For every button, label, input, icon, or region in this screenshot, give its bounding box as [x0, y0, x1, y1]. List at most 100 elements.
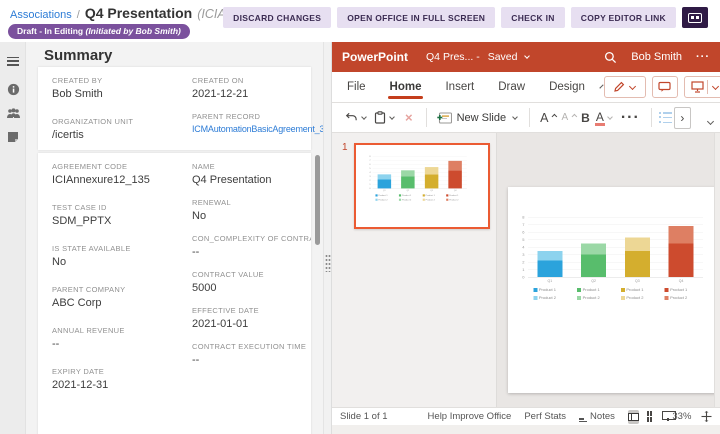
new-slide-button[interactable]: New Slide	[437, 112, 520, 124]
save-status[interactable]: Saved	[488, 51, 518, 63]
tab-file[interactable]: File	[347, 72, 366, 102]
shrink-font-button[interactable]: A	[561, 112, 575, 123]
bold-button[interactable]: B	[581, 111, 590, 125]
breadcrumb-associations-link[interactable]: Associations	[10, 9, 72, 21]
field-contract-execution-time: CONTRACT EXECUTION TIME --	[192, 342, 311, 366]
tab-insert[interactable]: Insert	[445, 72, 474, 102]
powerpoint-content: 1 012345678Q1Product 1Product 2Q2Product…	[332, 133, 720, 407]
x-tick-label: Q4	[659, 280, 703, 284]
bar-segment-product1[interactable]	[625, 251, 650, 277]
legend-item: Product 2	[621, 296, 644, 301]
summary-card-system: CREATED BY Bob Smith ORGANIZATION UNIT /…	[38, 67, 311, 150]
more-options-icon[interactable]	[696, 51, 710, 63]
page-title: Q4 Presentation	[85, 5, 192, 21]
bullet-list-icon[interactable]	[659, 112, 672, 123]
field-name: NAME Q4 Presentation	[192, 162, 311, 186]
bar-segment-product1[interactable]	[378, 179, 392, 188]
legend-item: Product 2	[423, 198, 435, 200]
document-title[interactable]: Q4 Pres... -	[426, 51, 480, 63]
more-commands-icon[interactable]	[621, 109, 640, 127]
search-button[interactable]	[604, 51, 617, 64]
details-rail-button[interactable]	[0, 79, 26, 99]
help-improve-office-link[interactable]: Help Improve Office	[428, 411, 512, 422]
legend-item: Product 1	[577, 288, 600, 293]
legend-item: Product 1	[621, 288, 644, 293]
legend-swatch	[375, 199, 377, 201]
tab-home[interactable]: Home	[390, 72, 422, 102]
perf-stats-link[interactable]: Perf Stats	[524, 411, 566, 422]
field-created-on: CREATED ON 2021-12-21	[192, 76, 311, 100]
normal-view-icon	[628, 413, 639, 421]
shrink-font-label: A	[561, 112, 568, 123]
slide-number: 1	[342, 142, 348, 153]
chevron-down-icon[interactable]	[525, 53, 531, 59]
bar-segment-product1[interactable]	[669, 243, 694, 277]
field-value: ABC Corp	[52, 297, 192, 309]
bar-segment-product1[interactable]	[401, 176, 415, 188]
comments-button[interactable]	[652, 76, 678, 98]
copy-editor-link-button[interactable]: COPY EDITOR LINK	[571, 7, 676, 28]
parent-record-link[interactable]: ICMAutomationBasicAgreement_392	[192, 124, 311, 134]
undo-button[interactable]	[345, 111, 368, 124]
bar-segment-product2[interactable]	[425, 167, 439, 174]
editing-mode-button[interactable]	[604, 76, 646, 98]
bar-segment-product1[interactable]	[581, 255, 606, 278]
new-slide-label: New Slide	[457, 112, 507, 124]
legend-swatch	[665, 288, 669, 292]
fit-slide-icon	[701, 411, 712, 422]
check-in-button[interactable]: CHECK IN	[501, 7, 565, 28]
status-badge-label: Draft - In Editing	[17, 26, 83, 36]
field-con-complexity: CON_COMPLEXITY OF CONTRACT --	[192, 234, 311, 258]
delete-button[interactable]: ×	[405, 110, 413, 125]
grow-font-label: A	[540, 111, 548, 125]
bar-segment-product1[interactable]	[448, 170, 462, 188]
font-color-label: A	[596, 110, 604, 126]
bar-segment-product2[interactable]	[669, 226, 694, 243]
slideshow-icon	[691, 81, 704, 93]
legend-swatch	[621, 296, 625, 300]
legend-swatch	[533, 288, 537, 292]
collapse-ribbon-chevron-icon[interactable]	[707, 118, 714, 125]
tab-draw[interactable]: Draw	[498, 72, 525, 102]
fit-to-window-button[interactable]	[701, 411, 712, 422]
expand-ribbon-button[interactable]	[674, 107, 691, 129]
font-color-button[interactable]: A	[596, 110, 614, 126]
bar-segment-product2[interactable]	[401, 170, 415, 176]
breadcrumb-separator: /	[77, 9, 80, 21]
slide-thumbnail[interactable]: 012345678Q1Product 1Product 2Q2Product 1…	[354, 143, 490, 229]
bar-segment-product2[interactable]	[537, 251, 562, 261]
notes-rail-button[interactable]	[0, 127, 26, 147]
bar-segment-product1[interactable]	[537, 261, 562, 278]
field-label: TEST CASE ID	[52, 203, 192, 212]
bar-segment-product2[interactable]	[625, 237, 650, 251]
field-value: No	[192, 210, 311, 222]
tab-design[interactable]: Design	[549, 72, 585, 102]
slide-sorter-button[interactable]	[647, 411, 653, 422]
divider	[707, 80, 708, 94]
discard-changes-button[interactable]: DISCARD CHANGES	[223, 7, 331, 28]
present-button[interactable]	[684, 76, 720, 98]
grow-font-button[interactable]: A	[540, 111, 555, 125]
slide-chart[interactable]: 012345678Q1Product 1Product 2Q2Product 1…	[516, 217, 706, 302]
panel-splitter[interactable]	[323, 42, 332, 434]
powerpoint-footer-strip	[332, 425, 720, 434]
paste-button[interactable]	[374, 111, 396, 124]
bar-segment-product2[interactable]	[378, 174, 392, 179]
team-rail-button[interactable]	[0, 103, 26, 123]
normal-view-button[interactable]	[628, 410, 639, 424]
bar-segment-product2[interactable]	[448, 161, 462, 170]
bar-segment-product2[interactable]	[581, 243, 606, 254]
slide-canvas[interactable]: 012345678Q1Product 1Product 2Q2Product 1…	[508, 187, 720, 393]
notes-toggle[interactable]: Notes	[579, 411, 615, 423]
y-tick-label: 6	[516, 230, 525, 235]
powerpoint-menubar: File Home Insert Draw Design	[332, 72, 720, 103]
open-office-fullscreen-button[interactable]: OPEN OFFICE IN FULL SCREEN	[337, 7, 495, 28]
menu-toggle-button[interactable]	[0, 51, 26, 71]
x-tick-label: Q1	[528, 280, 572, 284]
bar-segment-product1[interactable]	[425, 174, 439, 188]
user-name[interactable]: Bob Smith	[631, 51, 682, 63]
more-tabs-chevron-icon[interactable]	[599, 84, 603, 88]
field-created-by: CREATED BY Bob Smith	[52, 76, 192, 100]
summary-scrollbar[interactable]	[315, 155, 320, 245]
side-by-side-view-button[interactable]	[682, 7, 708, 28]
